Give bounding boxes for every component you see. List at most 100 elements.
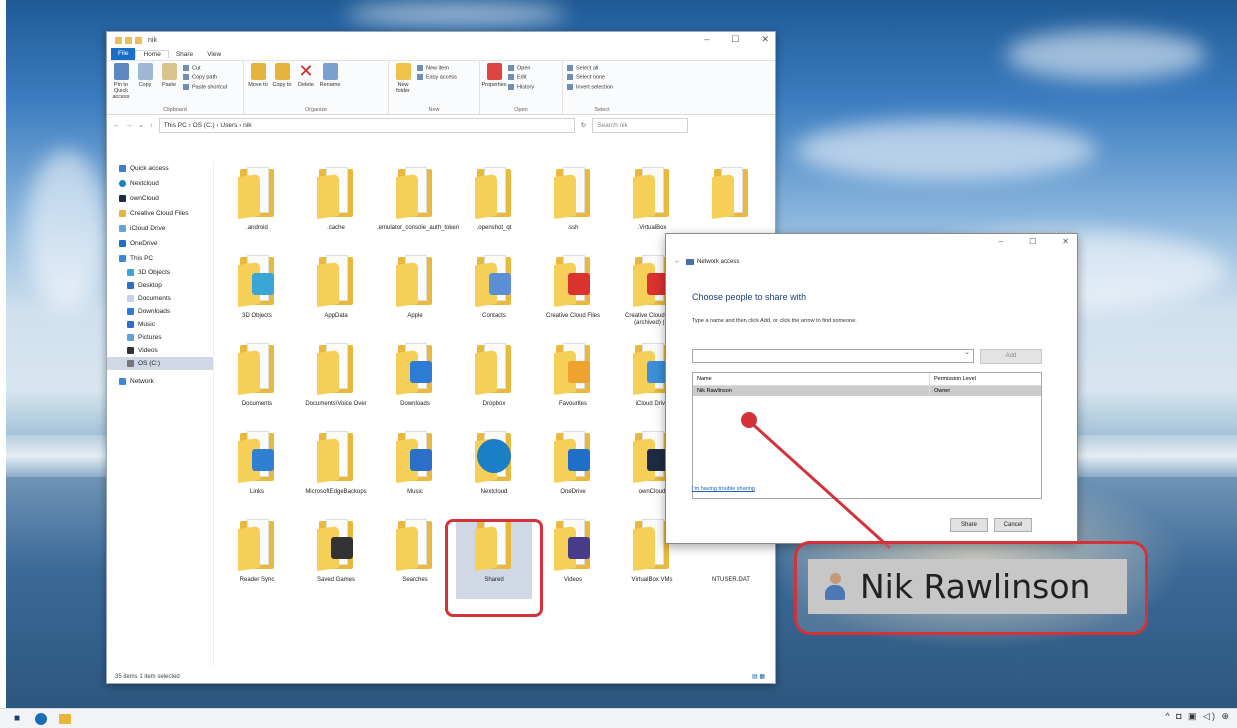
tab-home[interactable]: Home (135, 50, 169, 58)
forward-icon[interactable]: → (126, 122, 133, 129)
status-bar: 35 items 1 item selected (115, 674, 180, 680)
folder-item[interactable]: AppData (298, 255, 374, 335)
folder-item[interactable]: Music (377, 431, 453, 511)
nav-owncloud[interactable]: ownCloud (107, 191, 213, 206)
nav-videos[interactable]: Videos (107, 344, 213, 357)
folder-label: Searches (402, 577, 428, 583)
search-input[interactable]: Search nik (592, 117, 689, 133)
network-access-dialog: – ☐ ✕ ← Network access Choose people to … (665, 233, 1078, 544)
trouble-sharing-link[interactable]: I'm having trouble sharing (692, 486, 755, 492)
nav-nextcloud[interactable]: Nextcloud (107, 176, 213, 191)
folder-item[interactable]: Saved Games (298, 519, 374, 599)
select-group: Select all Select none Invert selection … (563, 61, 641, 114)
file-explorer-taskbar-icon[interactable] (58, 713, 72, 725)
folder-label: Reader Sync (239, 577, 275, 583)
cancel-button[interactable]: Cancel (994, 518, 1032, 532)
nav-onedrive[interactable]: OneDrive (107, 236, 213, 251)
owncloud-icon (119, 195, 126, 202)
folder-item[interactable]: .android (219, 167, 295, 247)
folder-item[interactable]: .cache (298, 167, 374, 247)
folder-item[interactable]: 3D Objects (219, 255, 295, 335)
folder-item[interactable]: Contacts (456, 255, 532, 335)
nav-downloads[interactable]: Downloads (107, 305, 213, 318)
nav-os-c[interactable]: OS (C:) (107, 357, 213, 370)
add-button[interactable]: Add (980, 349, 1042, 364)
organize-label: Organize (304, 107, 328, 113)
folder-item[interactable]: Creative Cloud Files (535, 255, 611, 335)
system-tray[interactable]: ^ ◘ ▣ ◁) ⊕ (1165, 711, 1231, 722)
rename-icon (322, 63, 338, 80)
music-icon (127, 321, 134, 328)
folder-item[interactable]: Apple (377, 255, 453, 335)
invert-selection-button[interactable]: Invert selection (567, 84, 613, 90)
tab-view[interactable]: View (200, 51, 228, 58)
close-button[interactable]: ✕ (761, 34, 769, 45)
open-button[interactable]: Open (508, 65, 534, 71)
folder-icon (396, 343, 434, 395)
folder-icon (633, 167, 671, 219)
nav-music[interactable]: Music (107, 318, 213, 331)
nav-quick-access[interactable]: Quick access (107, 161, 213, 176)
minimize-button[interactable]: – (704, 34, 709, 45)
nav-documents[interactable]: Documents (107, 292, 213, 305)
back-icon[interactable]: ← (674, 258, 681, 265)
view-toggle-icon[interactable]: ▤ ▦ (752, 673, 765, 680)
nextcloud-taskbar-icon[interactable] (34, 712, 48, 725)
folder-item[interactable]: .openshot_qt (456, 167, 532, 247)
dialog-close-button[interactable]: ✕ (1062, 237, 1069, 246)
column-header-name[interactable]: Name (693, 373, 930, 385)
folder-item[interactable]: Nextcloud (456, 431, 532, 511)
edit-button[interactable]: Edit (508, 74, 534, 81)
nav-icloud[interactable]: iCloud Drive (107, 221, 213, 236)
folder-item[interactable]: Videos (535, 519, 611, 599)
name-input[interactable] (692, 348, 974, 363)
desktop-icon (127, 282, 134, 289)
dialog-minimize-button[interactable]: – (999, 237, 1003, 246)
folder-item[interactable]: Links (219, 431, 295, 511)
chevron-down-icon[interactable]: ⌄ (138, 121, 143, 129)
folder-item[interactable]: MicrosoftEdgeBackups (298, 431, 374, 511)
table-row[interactable]: Nik Rawlinson Owner (693, 386, 1041, 396)
nav-creative-cloud[interactable]: Creative Cloud Files (107, 206, 213, 221)
copy-path-button[interactable]: Copy path (183, 74, 227, 81)
column-header-permission[interactable]: Permission Level (930, 373, 980, 385)
folder-item[interactable]: Dropbox (456, 343, 532, 423)
folder-item[interactable]: Searches (377, 519, 453, 599)
new-folder-icon (395, 63, 411, 80)
folder-item[interactable]: OneDrive (535, 431, 611, 511)
folder-item[interactable]: Documents\Voice Over (298, 343, 374, 423)
history-button[interactable]: History (508, 84, 534, 90)
folder-item[interactable]: .ssh (535, 167, 611, 247)
quick-access-toolbar[interactable] (115, 36, 142, 44)
select-all-button[interactable]: Select all (567, 65, 613, 71)
nav-desktop[interactable]: Desktop (107, 279, 213, 292)
folder-item[interactable]: .emulator_console_auth_token (377, 167, 459, 247)
back-icon[interactable]: ← (113, 122, 120, 129)
dialog-maximize-button[interactable]: ☐ (1029, 237, 1036, 246)
select-none-button[interactable]: Select none (567, 74, 613, 81)
paste-shortcut-button[interactable]: Paste shortcut (183, 84, 227, 90)
nav-network[interactable]: Network (107, 374, 213, 389)
cut-button[interactable]: Cut (183, 65, 227, 71)
folder-item[interactable]: Favourites (535, 343, 611, 423)
address-row: ← → ⌄ ↑ This PC › OS (C:) › Users › nik … (107, 115, 775, 135)
tab-share[interactable]: Share (169, 51, 200, 58)
tab-file[interactable]: File (111, 48, 136, 60)
share-button[interactable]: Share (950, 518, 988, 532)
nav-this-pc[interactable]: This PC (107, 251, 213, 266)
easy-access-button[interactable]: Easy access (417, 74, 457, 81)
network-icon (686, 259, 694, 265)
nav-pictures[interactable]: Pictures (107, 331, 213, 344)
folder-item[interactable]: Documents (219, 343, 295, 423)
new-item-button[interactable]: New item (417, 65, 457, 71)
up-icon[interactable]: ↑ (149, 122, 152, 129)
start-icon[interactable]: ■ (10, 713, 24, 725)
nav-3d-objects[interactable]: 3D Objects (107, 266, 213, 279)
refresh-icon[interactable]: ↻ (581, 121, 586, 129)
maximize-button[interactable]: ☐ (731, 34, 739, 45)
cloud-icon (119, 225, 126, 232)
folder-item[interactable]: Reader Sync (219, 519, 295, 599)
address-bar[interactable]: This PC › OS (C:) › Users › nik (158, 117, 575, 133)
folder-item[interactable]: Downloads (377, 343, 453, 423)
navigation-pane: Quick access Nextcloud ownCloud Creative… (107, 161, 214, 666)
